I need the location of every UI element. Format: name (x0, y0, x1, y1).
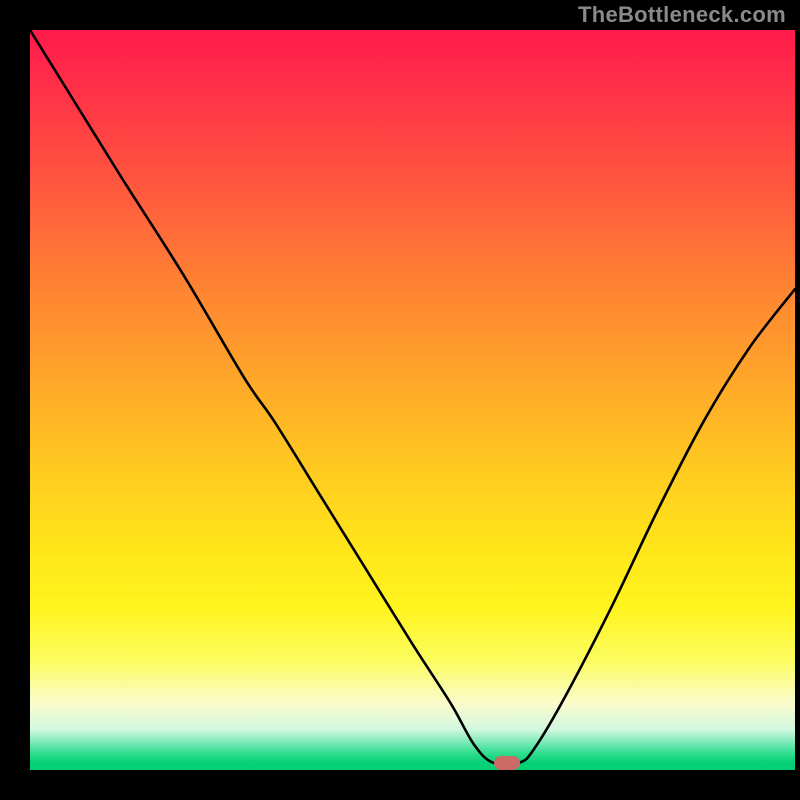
chart-frame: TheBottleneck.com (0, 0, 800, 800)
curve-svg (30, 30, 795, 770)
watermark-text: TheBottleneck.com (578, 2, 786, 28)
optimal-marker (494, 756, 520, 770)
plot-area (30, 30, 795, 770)
bottleneck-curve (30, 30, 795, 765)
